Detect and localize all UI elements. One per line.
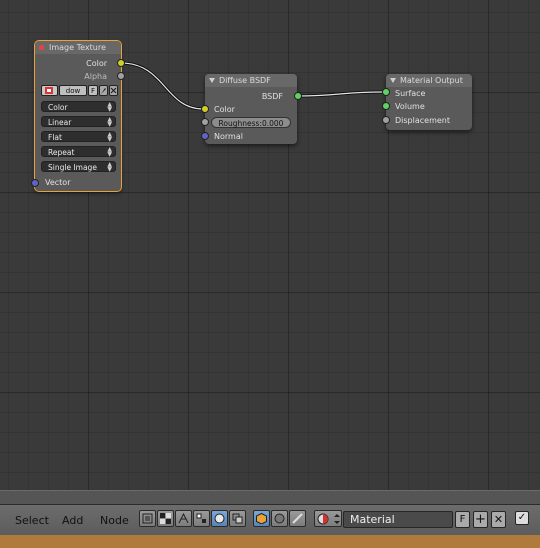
input-displacement-label: Displacement [395,116,450,125]
socket-vector-input[interactable] [31,179,39,187]
compositing-icon[interactable] [175,510,192,527]
collapse-icon[interactable] [390,78,396,83]
image-selector[interactable]: dow F [41,85,118,97]
dropdown-value: Flat [48,133,62,142]
socket-color-input[interactable] [201,105,209,113]
output-color-label: Color [86,59,107,68]
output-bsdf-label: BSDF [261,92,283,101]
node-title: Material Output [400,76,463,85]
world-icon[interactable] [271,510,288,527]
input-surface-label: Surface [395,89,426,98]
material-output-node[interactable]: Material Output Surface Volume Displacem… [386,74,472,130]
node-editor-header: Select Add Node Material F + ✕ ✓ [0,504,540,536]
render-layer-icon[interactable] [139,510,156,527]
dropdown-value: Repeat [48,148,75,157]
output-alpha-label: Alpha [84,72,107,81]
menu-add[interactable]: Add [62,514,83,527]
node-header[interactable]: Image Texture [35,41,121,54]
image-name-field[interactable]: dow [59,85,87,96]
input-color-label: Color [214,105,235,114]
image-unlink-icon[interactable] [109,85,118,96]
input-vector-label: Vector [45,178,71,187]
socket-normal-input[interactable] [201,132,209,140]
image-pin-icon[interactable] [99,85,108,96]
snap-icon[interactable] [229,510,246,527]
socket-roughness-input[interactable] [201,118,209,126]
unlink-icon[interactable]: ✕ [491,511,506,528]
dropdown-value: Color [48,103,68,112]
diffuse-bsdf-node[interactable]: Diffuse BSDF BSDF Color Roughness:0.000 … [205,74,297,144]
roughness-value: 0.000 [261,119,284,128]
updown-arrows-icon: ▲ ▼ [107,131,112,143]
area-divider[interactable] [0,490,540,505]
node-header[interactable]: Material Output [386,74,472,87]
line-style-icon[interactable] [289,510,306,527]
fake-user-button[interactable]: F [455,511,470,528]
dropdown-value: Linear [48,118,72,127]
material-browse-icon[interactable] [314,510,342,527]
texture-checker-icon[interactable] [157,510,174,527]
node-header[interactable]: Diffuse BSDF [205,74,297,87]
image-texture-node[interactable]: Image Texture Color Alpha dow F Color ▲ ▼ … [34,40,122,192]
socket-alpha-output[interactable] [117,72,125,80]
collapse-icon[interactable] [39,45,44,50]
extension-dropdown[interactable]: Repeat ▲ ▼ [41,146,116,158]
object-cube-icon[interactable] [253,510,270,527]
input-volume-label: Volume [395,102,425,111]
socket-bsdf-output[interactable] [294,92,302,100]
socket-volume-input[interactable] [382,102,390,110]
interpolation-dropdown[interactable]: Linear ▲ ▼ [41,116,116,128]
node-title: Image Texture [49,43,106,52]
shader-sphere-icon[interactable] [211,510,228,527]
collapse-icon[interactable] [209,78,215,83]
node-title: Diffuse BSDF [219,76,271,85]
menu-select[interactable]: Select [15,514,49,527]
use-nodes-checkbox[interactable]: ✓ [515,511,529,525]
roughness-label: Roughness: [218,119,262,128]
socket-displacement-input[interactable] [382,116,390,124]
source-dropdown[interactable]: Single Image ▲ ▼ [41,161,116,173]
color-space-dropdown[interactable]: Color ▲ ▼ [41,101,116,113]
new-material-icon[interactable]: + [473,511,488,528]
projection-dropdown[interactable]: Flat ▲ ▼ [41,131,116,143]
input-normal-label: Normal [214,132,243,141]
updown-arrows-icon: ▲ ▼ [107,146,112,158]
lower-area-edge [0,535,540,548]
updown-arrows-icon: ▲ ▼ [107,101,112,113]
updown-arrows-icon: ▲ ▼ [107,161,112,173]
updown-arrows-icon: ▲ ▼ [107,116,112,128]
menu-node[interactable]: Node [100,514,129,527]
image-fake-user-button[interactable]: F [88,85,98,96]
socket-color-output[interactable] [117,59,125,67]
socket-surface-input[interactable] [382,88,390,96]
texture-icon[interactable] [193,510,210,527]
image-browse-icon[interactable] [41,85,58,96]
dropdown-value: Single Image [48,163,97,172]
material-name-field[interactable]: Material [343,511,453,528]
roughness-field[interactable]: Roughness:0.000 [211,117,291,128]
